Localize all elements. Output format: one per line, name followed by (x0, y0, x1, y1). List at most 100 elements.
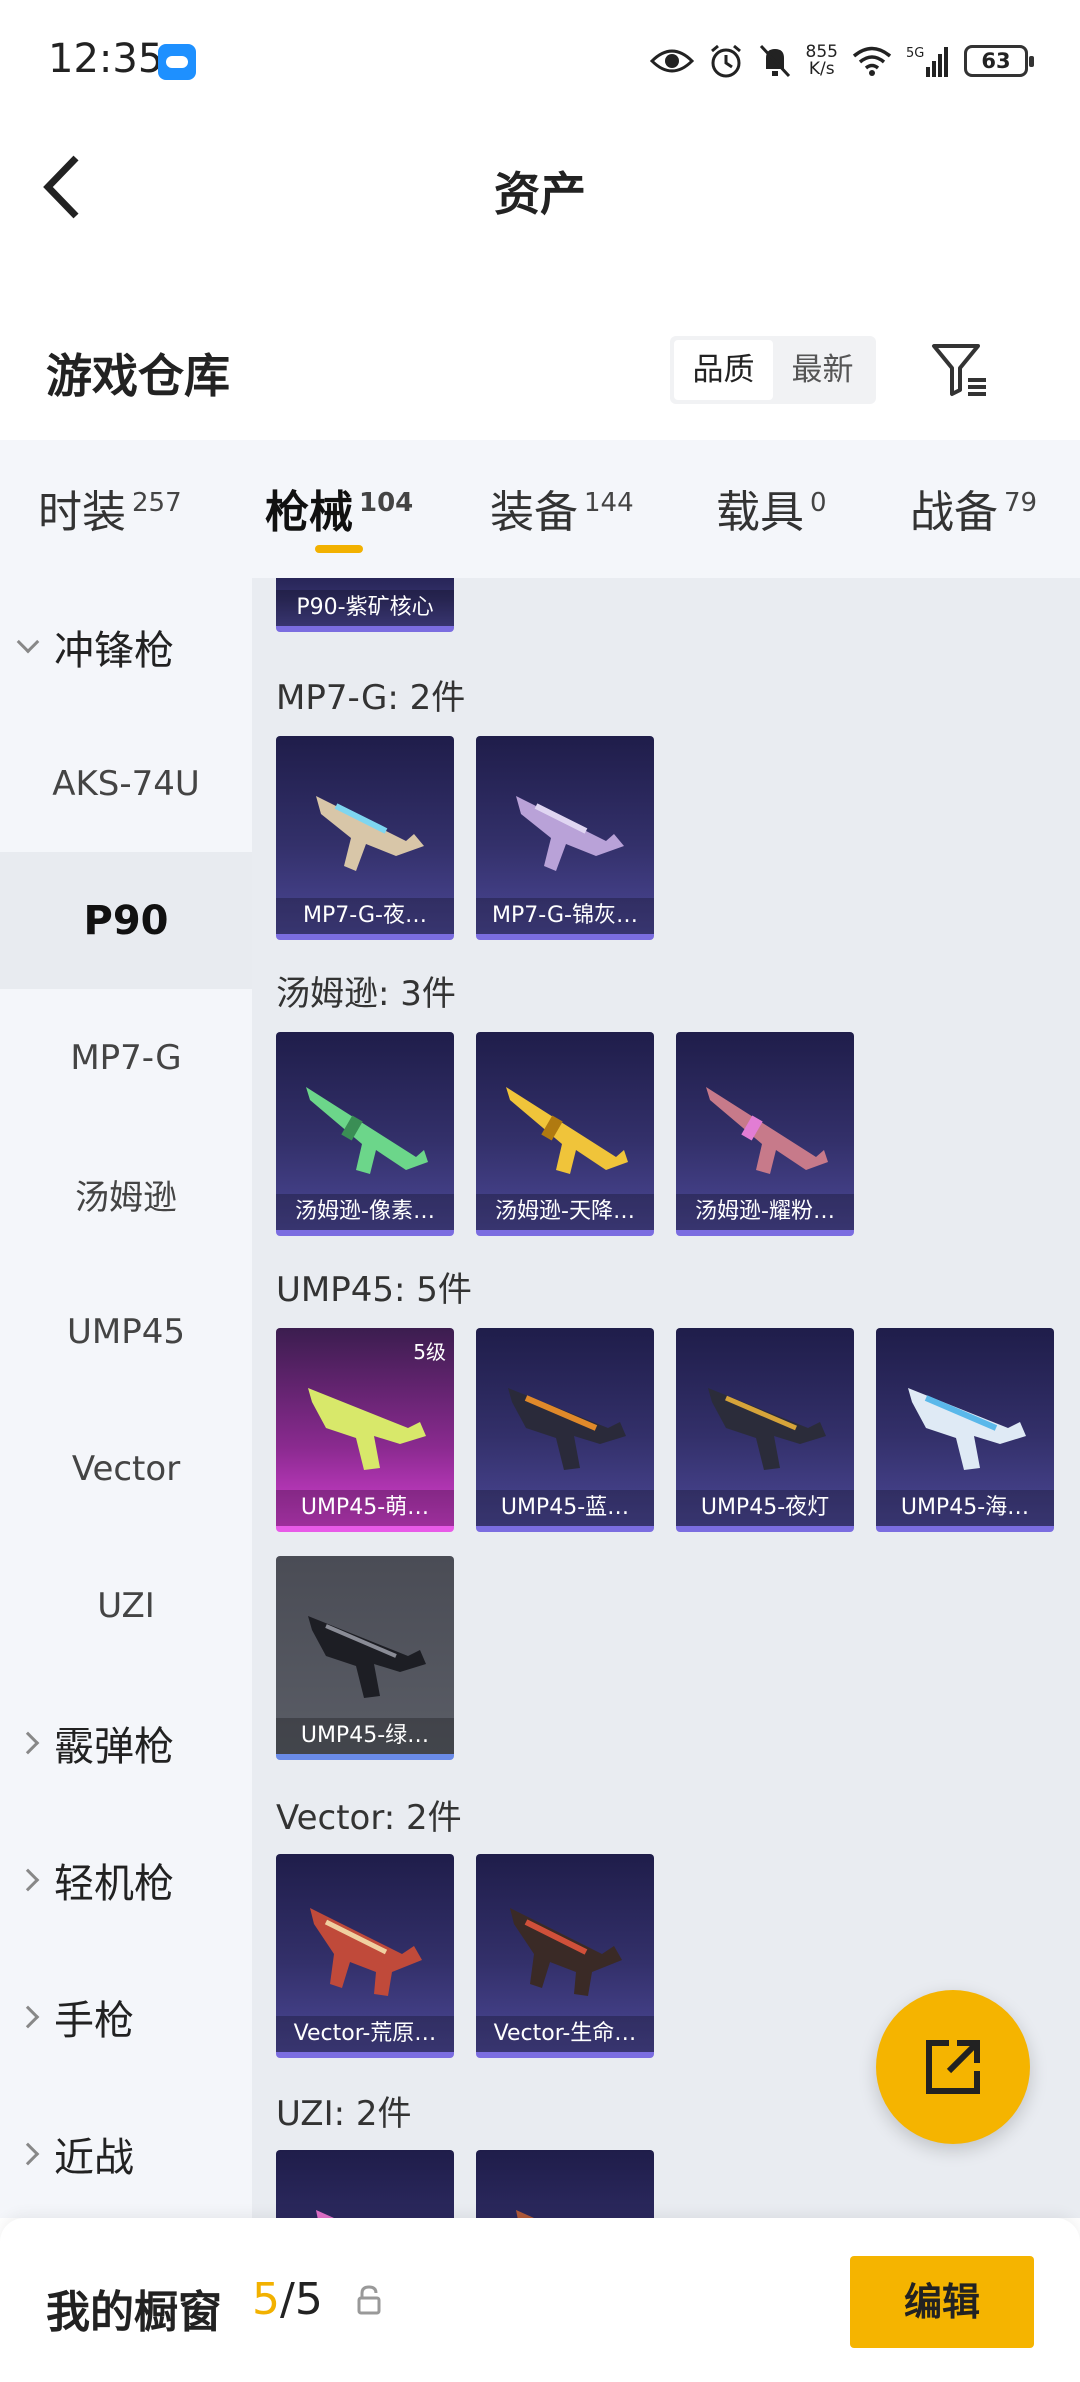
weapon-image (708, 1388, 826, 1470)
chevron-down-icon (16, 630, 40, 653)
weapon-card-label: UMP45-萌… (276, 1490, 454, 1526)
weapon-sidebar: 冲锋枪 AKS-74U P90 MP7-G 汤姆逊 UMP45 Vector U… (0, 578, 252, 2218)
weapon-card[interactable]: 5级 UMP45-萌… (276, 1328, 454, 1532)
edit-button[interactable]: 编辑 (850, 2256, 1034, 2348)
sidebar-item-aks74u[interactable]: AKS-74U (0, 715, 252, 852)
weapon-card[interactable] (476, 2150, 654, 2218)
weapon-card-label: Vector-生命… (476, 2016, 654, 2052)
svg-text:5G: 5G (906, 46, 924, 61)
weapon-image (908, 1388, 1026, 1470)
cloud-icon (158, 44, 196, 80)
showcase-count-total: 5 (294, 2274, 323, 2325)
tab-count: 79 (1004, 488, 1038, 518)
tab-firearms[interactable]: 枪械 104 (265, 476, 413, 540)
status-bar: 12:35 855 K/s 5G 63 (0, 0, 1080, 120)
tab-count: 144 (584, 488, 634, 518)
group-title-vector: Vector: 2件 (276, 1798, 462, 1838)
weapon-card[interactable]: UMP45-海… (876, 1328, 1054, 1532)
weapon-image (316, 796, 424, 871)
tab-count: 0 (810, 488, 827, 518)
signal-icon: 5G (906, 46, 948, 77)
weapon-card[interactable]: Vector-生命… (476, 1854, 654, 2058)
weapon-image (308, 1616, 426, 1698)
alarm-icon (710, 44, 741, 78)
tab-equipment[interactable]: 装备 144 (490, 476, 634, 540)
tab-label: 时装 (38, 487, 126, 538)
sidebar-item-mp7g[interactable]: MP7-G (0, 989, 252, 1126)
weapon-card[interactable]: MP7-G-夜… (276, 736, 454, 940)
group-title-ump45: UMP45: 5件 (276, 1270, 472, 1310)
tab-supplies[interactable]: 战备 79 (910, 476, 1037, 540)
sidebar-group-shotgun[interactable]: 霰弹枪 (16, 1674, 174, 1811)
chevron-right-icon (16, 1731, 40, 1754)
weapon-card[interactable] (276, 2150, 454, 2218)
weapon-card-label: 汤姆逊-天降… (476, 1194, 654, 1230)
sidebar-group-label: 近战 (54, 2134, 134, 2181)
sidebar-group-label: 轻机枪 (54, 1860, 174, 1907)
share-icon (926, 2040, 980, 2094)
tab-label: 载具 (716, 487, 804, 538)
sort-quality-option[interactable]: 品质 (674, 340, 773, 400)
group-title-mp7g: MP7-G: 2件 (276, 678, 466, 718)
showcase-count: 5/5 (252, 2274, 323, 2325)
tab-label: 装备 (490, 487, 578, 538)
clock: 12:35 (48, 36, 164, 82)
weapon-image (310, 1908, 422, 1996)
sidebar-group-lmg[interactable]: 轻机枪 (16, 1811, 174, 1948)
sidebar-group-melee[interactable]: 近战 (16, 2085, 134, 2222)
weapon-card-label: Vector-荒原… (276, 2016, 454, 2052)
sidebar-item-thompson[interactable]: 汤姆逊 (0, 1126, 252, 1263)
weapon-card-label: UMP45-蓝… (476, 1490, 654, 1526)
weapon-card[interactable]: UMP45-夜灯 (676, 1328, 854, 1532)
chevron-right-icon (16, 2005, 40, 2028)
sidebar-group-smg[interactable]: 冲锋枪 (16, 578, 174, 715)
showcase-count-current: 5 (252, 2274, 280, 2325)
weapon-card[interactable]: MP7-G-锦灰… (476, 736, 654, 940)
weapon-card[interactable]: UMP45-绿… (276, 1556, 454, 1760)
sidebar-group-label: 霰弹枪 (54, 1723, 174, 1770)
weapon-card[interactable]: 汤姆逊-像素… (276, 1032, 454, 1236)
sidebar-group-label: 手枪 (54, 1997, 134, 2044)
share-button[interactable] (876, 1990, 1030, 2144)
tab-count: 257 (132, 488, 182, 518)
tab-fashion[interactable]: 时装 257 (38, 476, 182, 540)
group-title-uzi: UZI: 2件 (276, 2094, 412, 2134)
page-title: 资产 (494, 167, 586, 221)
sidebar-group-pistol[interactable]: 手枪 (16, 1948, 134, 2085)
mute-icon (759, 44, 790, 78)
weapon-card[interactable]: P90-紫矿核心 (276, 578, 454, 632)
weapon-card-label: 汤姆逊-耀粉… (676, 1194, 854, 1230)
sort-toggle: 品质 最新 (670, 336, 876, 404)
weapon-image (508, 1388, 626, 1470)
sidebar-item-p90[interactable]: P90 (0, 852, 252, 989)
group-title-thompson: 汤姆逊: 3件 (276, 974, 456, 1014)
warehouse-title: 游戏仓库 (46, 349, 230, 403)
status-icons: 855 K/s 5G 63 (649, 38, 1034, 84)
sort-latest-option[interactable]: 最新 (773, 340, 872, 400)
weapon-card[interactable]: Vector-荒原… (276, 1854, 454, 2058)
filter-button[interactable] (930, 340, 990, 400)
tab-label: 枪械 (265, 487, 353, 538)
wifi-icon (852, 46, 892, 76)
showcase-label: 我的橱窗 (46, 2287, 222, 2338)
sidebar-item-ump45[interactable]: UMP45 (0, 1263, 252, 1400)
weapon-card-label: 汤姆逊-像素… (276, 1194, 454, 1230)
showcase-count-separator: / (280, 2274, 295, 2325)
active-tab-indicator (315, 545, 363, 553)
sidebar-item-uzi[interactable]: UZI (0, 1537, 252, 1674)
weapon-card[interactable]: 汤姆逊-耀粉… (676, 1032, 854, 1236)
weapon-image (316, 2210, 334, 2218)
weapon-card[interactable]: 汤姆逊-天降… (476, 1032, 654, 1236)
weapon-image (506, 1087, 628, 1174)
filter-icon (932, 344, 986, 396)
weapon-content: P90-紫矿核心 MP7-G: 2件 MP7-G-夜… MP7-G-锦灰… 汤姆… (252, 578, 1080, 2218)
weapon-image (516, 2210, 534, 2218)
chevron-right-icon (16, 1868, 40, 1891)
tab-label: 战备 (910, 487, 998, 538)
net-speed-unit: K/s (808, 59, 835, 79)
weapon-image (510, 1908, 622, 1996)
tab-vehicles[interactable]: 载具 0 (716, 476, 827, 540)
weapon-card[interactable]: UMP45-蓝… (476, 1328, 654, 1532)
tab-count: 104 (359, 488, 414, 518)
sidebar-item-vector[interactable]: Vector (0, 1400, 252, 1537)
